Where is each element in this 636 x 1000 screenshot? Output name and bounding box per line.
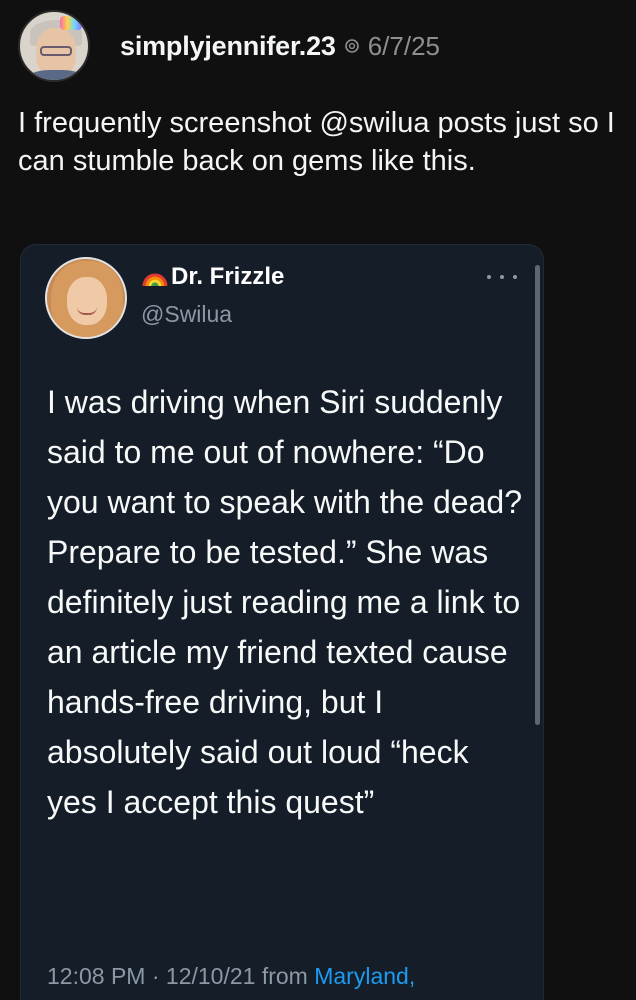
author-avatar[interactable] — [18, 10, 90, 82]
tweet-time[interactable]: 12:08 PM — [47, 963, 145, 989]
threads-icon — [344, 39, 359, 53]
tweet-handle[interactable]: @Swilua — [141, 301, 232, 328]
screen: simplyjennifer.23 6/7/25 I frequently sc… — [0, 0, 636, 1000]
embedded-tweet-card[interactable]: Dr. Frizzle @Swilua I was driving when S… — [20, 244, 544, 1000]
footer-separator: · — [151, 963, 160, 989]
post-text: I frequently screenshot @swilua posts ju… — [18, 107, 615, 177]
tweet-display-name[interactable]: Dr. Frizzle — [141, 263, 284, 291]
from-label: from — [261, 963, 308, 989]
tweet-display-name-text: Dr. Frizzle — [171, 263, 285, 290]
tweet-footer: 12:08 PM · 12/10/21 from Maryland, — [47, 963, 415, 990]
tweet-date[interactable]: 12/10/21 — [166, 963, 256, 989]
post-date[interactable]: 6/7/25 — [368, 31, 440, 62]
author-username[interactable]: simplyjennifer.23 — [120, 31, 336, 62]
tweet-body: I was driving when Siri suddenly said to… — [47, 384, 522, 820]
tweet-author-avatar[interactable] — [45, 257, 127, 339]
tweet-location-link[interactable]: Maryland, — [314, 963, 415, 989]
card-scrollbar[interactable] — [535, 265, 540, 725]
more-options-icon[interactable] — [487, 275, 517, 283]
rainbow-icon — [142, 273, 168, 287]
post-header: simplyjennifer.23 6/7/25 — [18, 10, 440, 82]
